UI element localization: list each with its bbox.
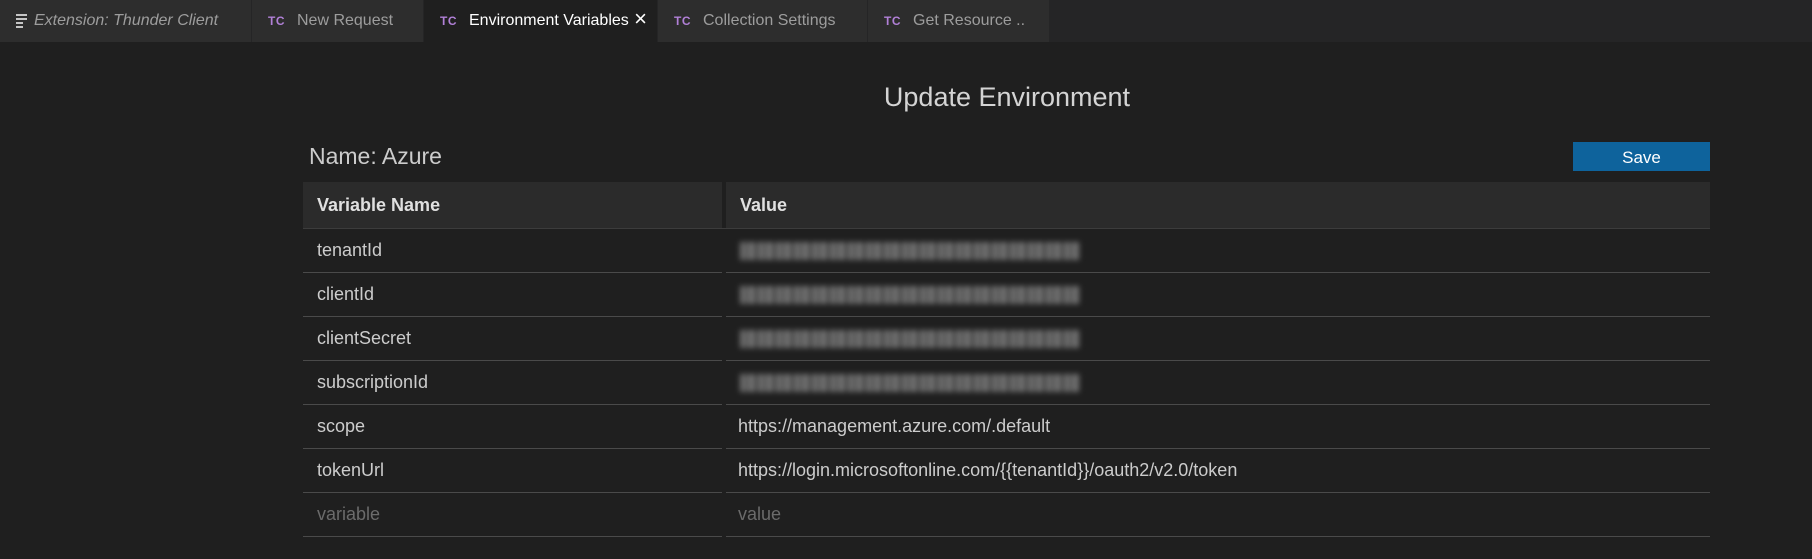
variable-name-text: clientSecret	[317, 328, 412, 348]
table-row: tokenUrl https://login.microsoftonline.c…	[303, 449, 1710, 493]
tab-environment-variables[interactable]: TC Environment Variables ×	[424, 0, 658, 42]
tab-label: Extension: Thunder Client	[34, 12, 219, 29]
tab-get-resource[interactable]: TC Get Resource ..	[868, 0, 1050, 42]
variable-value-cell[interactable]	[726, 273, 1710, 317]
close-icon[interactable]: ×	[634, 8, 647, 30]
variable-value-text: https://management.azure.com/.default	[738, 416, 1051, 436]
variable-name-text: scope	[317, 416, 366, 436]
table-row: tenantId	[303, 229, 1710, 273]
variable-value-cell[interactable]: https://login.microsoftonline.com/{{tena…	[726, 449, 1710, 493]
variable-value-cell[interactable]	[726, 317, 1710, 361]
variable-name-cell[interactable]: clientSecret	[303, 317, 722, 361]
variable-name-text: tokenUrl	[317, 460, 385, 480]
tab-label: Get Resource ..	[913, 12, 1026, 29]
new-variable-name-cell	[303, 493, 722, 537]
new-variable-value-input[interactable]	[738, 504, 1710, 525]
redacted-value	[740, 329, 1080, 348]
environment-name-label: Name: Azure	[309, 143, 442, 169]
variable-name-cell[interactable]: tokenUrl	[303, 449, 722, 493]
new-variable-row	[303, 493, 1710, 537]
variable-value-text: https://login.microsoftonline.com/{{tena…	[738, 460, 1238, 480]
variables-table: Variable Name Value tenantId clientId cl…	[303, 182, 1710, 537]
tab-extension-thunder-client[interactable]: Extension: Thunder Client	[0, 0, 252, 42]
variable-name-text: tenantId	[317, 240, 383, 260]
table-row: subscriptionId	[303, 361, 1710, 405]
thunder-client-icon: TC	[268, 14, 285, 28]
variable-name-text: subscriptionId	[317, 372, 429, 392]
tab-label: Environment Variables	[469, 12, 629, 29]
new-variable-name-input[interactable]	[317, 504, 722, 525]
variable-name-text: clientId	[317, 284, 375, 304]
column-header-value: Value	[740, 194, 788, 215]
table-row: scope https://management.azure.com/.defa…	[303, 405, 1710, 449]
variable-name-cell[interactable]: subscriptionId	[303, 361, 722, 405]
redacted-value	[740, 285, 1080, 304]
tab-new-request[interactable]: TC New Request	[252, 0, 424, 42]
variable-value-cell[interactable]	[726, 229, 1710, 273]
thunder-client-icon: TC	[884, 14, 901, 28]
tab-label: New Request	[297, 12, 394, 29]
tab-label: Collection Settings	[703, 12, 836, 29]
variable-name-cell[interactable]: clientId	[303, 273, 722, 317]
variable-value-cell[interactable]	[726, 361, 1710, 405]
editor-tab-bar: Extension: Thunder Client TC New Request…	[0, 0, 1812, 42]
variable-value-cell[interactable]: https://management.azure.com/.default	[726, 405, 1710, 449]
column-header-variable-name: Variable Name	[317, 194, 441, 215]
thunder-client-icon: TC	[674, 14, 691, 28]
save-button[interactable]: Save	[1573, 142, 1710, 171]
redacted-value	[740, 373, 1080, 392]
table-row: clientSecret	[303, 317, 1710, 361]
table-header: Variable Name Value	[303, 182, 1710, 229]
new-variable-value-cell	[726, 493, 1710, 537]
variable-name-cell[interactable]: scope	[303, 405, 722, 449]
menu-icon	[16, 14, 27, 28]
thunder-client-icon: TC	[440, 14, 457, 28]
variable-name-cell[interactable]: tenantId	[303, 229, 722, 273]
tab-collection-settings[interactable]: TC Collection Settings	[658, 0, 868, 42]
redacted-value	[740, 241, 1080, 260]
page-title: Update Environment	[883, 82, 1131, 112]
table-row: clientId	[303, 273, 1710, 317]
